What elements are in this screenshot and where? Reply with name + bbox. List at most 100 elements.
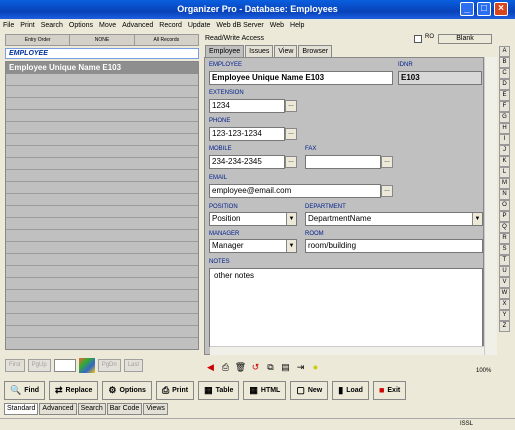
alpha-index-l[interactable]: L <box>499 167 510 178</box>
copy-icon[interactable]: ⧉ <box>264 361 277 373</box>
tab-views[interactable]: Views <box>143 403 168 415</box>
tab-view[interactable]: View <box>274 45 298 57</box>
fax-more-button[interactable]: ... <box>381 156 393 168</box>
alpha-index-s[interactable]: S <box>499 244 510 255</box>
menu-print[interactable]: Print <box>17 19 37 32</box>
alpha-index-a[interactable]: A <box>499 46 510 57</box>
alpha-index-r[interactable]: R <box>499 233 510 244</box>
menu-help[interactable]: Help <box>287 19 307 32</box>
room-label: ROOM <box>305 231 324 237</box>
pgdn-button[interactable]: PgDn <box>97 359 121 372</box>
tab-employee[interactable]: Employee <box>205 45 245 57</box>
menu-advanced[interactable]: Advanced <box>119 19 156 32</box>
html-button[interactable]: ▦ HTML <box>243 381 287 400</box>
menu-web-db-server[interactable]: Web dB Server <box>213 19 266 32</box>
fax-field[interactable] <box>305 155 381 169</box>
mobile-more-button[interactable]: ... <box>285 156 297 168</box>
tab-standard[interactable]: Standard <box>4 403 39 415</box>
alpha-index-p[interactable]: P <box>499 211 510 222</box>
alpha-index-x[interactable]: X <box>499 299 510 310</box>
alpha-index-y[interactable]: Y <box>499 310 510 321</box>
menu-search[interactable]: Search <box>38 19 66 32</box>
room-field[interactable]: room/building <box>305 239 483 253</box>
notes-field[interactable]: other notes <box>209 268 483 347</box>
notes-hscrollbar[interactable] <box>210 346 484 355</box>
first-button[interactable]: First <box>5 359 25 372</box>
last-button[interactable]: Last <box>123 359 144 372</box>
table-button[interactable]: ▦ Table <box>198 381 240 400</box>
alpha-index-w[interactable]: W <box>499 288 510 299</box>
tab-advanced[interactable]: Advanced <box>39 403 77 415</box>
alpha-index-n[interactable]: N <box>499 189 510 200</box>
department-select[interactable]: DepartmentName ▼ <box>305 212 483 226</box>
calendar-icon[interactable] <box>78 358 95 373</box>
menu-options[interactable]: Options <box>66 19 96 32</box>
lightbulb-icon[interactable]: ● <box>309 361 322 373</box>
tab-issues[interactable]: Issues <box>245 45 274 57</box>
alpha-index-z[interactable]: Z <box>499 321 510 332</box>
tab-browser[interactable]: Browser <box>298 45 333 57</box>
alpha-index-v[interactable]: V <box>499 277 510 288</box>
menu-web[interactable]: Web <box>267 19 287 32</box>
blank-button[interactable]: Blank <box>438 34 492 44</box>
extension-field[interactable]: 1234 <box>209 99 285 113</box>
alpha-index-t[interactable]: T <box>499 255 510 266</box>
none-button[interactable]: NONE <box>70 35 135 45</box>
alpha-index-h[interactable]: H <box>499 123 510 134</box>
menu-record[interactable]: Record <box>156 19 185 32</box>
back-arrow-icon[interactable]: ◀ <box>204 361 217 373</box>
tab-search[interactable]: Search <box>77 403 106 415</box>
tab-bar-code[interactable]: Bar Code <box>106 403 143 415</box>
phone-more-button[interactable]: ... <box>285 128 297 140</box>
list-item[interactable]: Employee Unique Name E103 <box>6 62 198 74</box>
extension-more-button[interactable]: ... <box>285 100 297 112</box>
exit-button[interactable]: ■ Exit <box>372 381 407 400</box>
form-scrollbar[interactable] <box>484 57 497 355</box>
mobile-field[interactable]: 234-234-2345 <box>209 155 285 169</box>
all-records-button[interactable]: All Records <box>135 35 198 45</box>
options-button[interactable]: ⚙ Options <box>102 381 152 400</box>
alpha-index-j[interactable]: J <box>499 145 510 156</box>
export-icon[interactable]: ⇥ <box>294 361 307 373</box>
email-more-button[interactable]: ... <box>381 185 393 197</box>
minimize-button[interactable]: _ <box>460 2 474 16</box>
alpha-index-d[interactable]: D <box>499 79 510 90</box>
alpha-index-k[interactable]: K <box>499 156 510 167</box>
position-select[interactable]: Position ▼ <box>209 212 297 226</box>
page-icon[interactable]: ▤ <box>279 361 292 373</box>
history-icon[interactable]: ↺ <box>249 361 262 373</box>
alpha-index-c[interactable]: C <box>499 68 510 79</box>
close-button[interactable]: × <box>494 2 508 16</box>
phone-label: PHONE <box>209 118 231 124</box>
table-icon: ▦ <box>204 385 213 395</box>
alpha-index-q[interactable]: Q <box>499 222 510 233</box>
record-list[interactable]: Employee Unique Name E103 <box>5 61 199 350</box>
record-number-input[interactable] <box>53 359 76 372</box>
print-button[interactable]: ⎙ Print <box>155 381 195 400</box>
load-button[interactable]: ▮ Load <box>332 381 369 400</box>
trash-icon[interactable]: 🗑 <box>234 361 247 373</box>
maximize-button[interactable]: □ <box>477 2 491 16</box>
entry-order-button[interactable]: Entry Order <box>6 35 71 45</box>
alpha-index-g[interactable]: G <box>499 112 510 123</box>
menu-file[interactable]: File <box>0 19 17 32</box>
phone-field[interactable]: 123-123-1234 <box>209 127 285 141</box>
alpha-index-f[interactable]: F <box>499 101 510 112</box>
employee-field[interactable]: Employee Unique Name E103 <box>209 71 393 85</box>
menu-update[interactable]: Update <box>185 19 214 32</box>
find-button[interactable]: 🔍 Find <box>4 381 45 400</box>
printer-icon[interactable]: ⎙ <box>219 361 232 373</box>
email-field[interactable]: employee@email.com <box>209 184 381 198</box>
alpha-index-b[interactable]: B <box>499 57 510 68</box>
replace-button[interactable]: ⇄ Replace <box>49 381 99 400</box>
menu-move[interactable]: Move <box>96 19 119 32</box>
alpha-index-o[interactable]: O <box>499 200 510 211</box>
ro-checkbox[interactable] <box>414 35 422 43</box>
alpha-index-e[interactable]: E <box>499 90 510 101</box>
manager-select[interactable]: Manager ▼ <box>209 239 297 253</box>
alpha-index-m[interactable]: M <box>499 178 510 189</box>
new-button[interactable]: ▢ New <box>290 381 329 400</box>
alpha-index-u[interactable]: U <box>499 266 510 277</box>
alpha-index-i[interactable]: I <box>499 134 510 145</box>
pgup-button[interactable]: PgUp <box>27 359 51 372</box>
